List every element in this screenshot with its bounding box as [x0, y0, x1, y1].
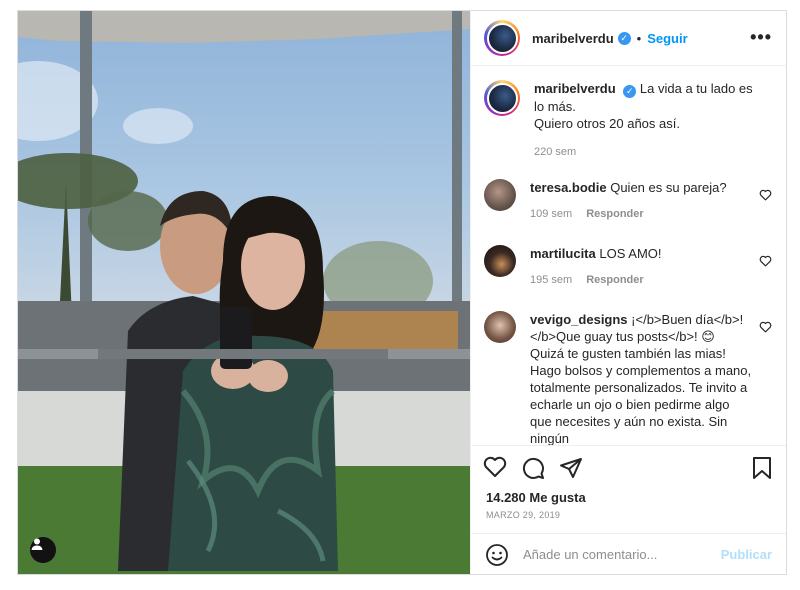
- comment-time: 195 sem: [530, 274, 573, 286]
- caption-username[interactable]: maribelverdu: [534, 81, 616, 96]
- post-photo[interactable]: [18, 11, 470, 574]
- share-icon[interactable]: [559, 456, 583, 480]
- emoji-icon[interactable]: [485, 543, 509, 567]
- heart-icon[interactable]: [759, 189, 772, 201]
- save-icon[interactable]: [752, 456, 772, 480]
- comment-username[interactable]: teresa.bodie: [530, 180, 607, 195]
- post-header: maribelverdu ✓ • Seguir •••: [471, 11, 786, 66]
- verified-icon: ✓: [617, 31, 631, 45]
- caption-avatar[interactable]: [484, 80, 520, 116]
- user-tag-icon[interactable]: [30, 537, 56, 563]
- comment-avatar[interactable]: [484, 179, 516, 211]
- heart-icon[interactable]: [759, 255, 772, 267]
- post-actions: 14.280 Me gusta MARZO 29, 2019: [471, 445, 786, 539]
- comment-avatar[interactable]: [484, 311, 516, 343]
- heart-icon[interactable]: [759, 321, 772, 333]
- comment-text: Quien es su pareja?: [610, 180, 727, 195]
- comment-username[interactable]: vevigo_designs: [530, 312, 628, 327]
- comment-text: ¡</b>Buen día</b>! </b>Que guay tus post…: [530, 312, 752, 445]
- post-dialog: maribelverdu ✓ • Seguir ••• maribelverdu…: [17, 10, 787, 575]
- post-side-panel: maribelverdu ✓ • Seguir ••• maribelverdu…: [470, 11, 786, 574]
- header-username[interactable]: maribelverdu: [532, 31, 614, 46]
- comment-icon[interactable]: [521, 456, 545, 480]
- publish-button[interactable]: Publicar: [721, 547, 772, 562]
- comment-time: 109 sem: [530, 208, 573, 220]
- reply-button[interactable]: Responder: [586, 274, 643, 286]
- comment-input[interactable]: [523, 547, 713, 562]
- follow-button[interactable]: Seguir: [647, 31, 687, 46]
- likes-count[interactable]: 14.280 Me gusta: [486, 490, 586, 505]
- photo-illustration: [18, 11, 470, 574]
- caption: maribelverdu ✓ La vida a tu lado es lo m…: [484, 80, 772, 161]
- avatar[interactable]: [484, 20, 520, 56]
- verified-icon: ✓: [623, 85, 637, 98]
- comment-meta: 195 sem Responder: [530, 272, 752, 289]
- comment-item: teresa.bodie Quien es su pareja? 109 sem…: [484, 179, 772, 223]
- action-icons: [483, 456, 583, 480]
- more-icon[interactable]: •••: [750, 28, 772, 46]
- comment-meta: 109 sem Responder: [530, 206, 752, 223]
- comment-item: vevigo_designs ¡</b>Buen día</b>! </b>Qu…: [484, 311, 772, 445]
- reply-button[interactable]: Responder: [586, 208, 643, 220]
- caption-time: 220 sem: [534, 146, 577, 158]
- separator-dot: •: [636, 30, 642, 46]
- comments-list[interactable]: maribelverdu ✓ La vida a tu lado es lo m…: [471, 67, 786, 445]
- add-comment-bar: Publicar: [471, 533, 786, 574]
- post-date: MARZO 29, 2019: [486, 510, 561, 520]
- heart-icon[interactable]: [483, 456, 507, 478]
- comment-item: martilucita LOS AMO! 195 sem Responder: [484, 245, 772, 289]
- caption-text-line2: Quiero otros 20 años así.: [534, 116, 680, 131]
- comment-username[interactable]: martilucita: [530, 246, 596, 261]
- comment-avatar[interactable]: [484, 245, 516, 277]
- comment-text: LOS AMO!: [599, 246, 662, 261]
